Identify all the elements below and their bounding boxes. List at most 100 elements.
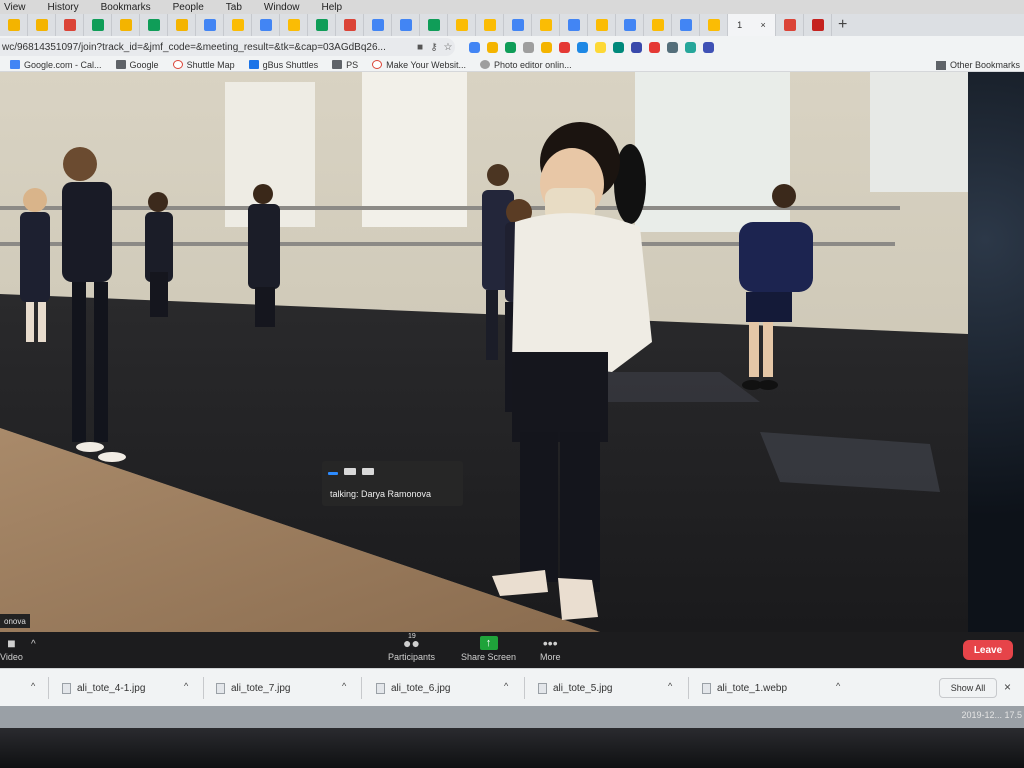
browser-tab[interactable] [112, 14, 140, 36]
extension-icon[interactable] [523, 41, 534, 53]
bookmark-make-website[interactable]: Make Your Websit... [372, 60, 466, 70]
browser-tab[interactable] [196, 14, 224, 36]
bookmark-gbus[interactable]: gBus Shuttles [248, 60, 318, 70]
show-all-button[interactable]: Show All [939, 678, 997, 698]
tab-favicon-icon [707, 19, 720, 31]
menu-window[interactable]: Window [264, 2, 300, 13]
browser-tab[interactable] [364, 14, 392, 36]
ballet-barre [0, 206, 900, 210]
new-tab-button[interactable]: + [838, 16, 847, 34]
browser-tab[interactable] [336, 14, 364, 36]
menu-view[interactable]: View [4, 2, 26, 13]
gbus-icon [248, 60, 259, 69]
camera-icon[interactable]: ■ [413, 42, 427, 53]
browser-tab[interactable] [588, 14, 616, 36]
browser-tab[interactable] [672, 14, 700, 36]
browser-tab[interactable] [616, 14, 644, 36]
tab-favicon-icon [679, 19, 692, 31]
browser-tab[interactable] [224, 14, 252, 36]
menu-people[interactable]: People [173, 2, 204, 13]
bookmark-ps[interactable]: PS [332, 60, 358, 70]
extension-icon[interactable] [595, 41, 606, 53]
mac-menu-bar: View History Bookmarks People Tab Window… [0, 0, 1024, 14]
browser-tab[interactable] [504, 14, 532, 36]
download-item[interactable]: ali_tote_4-1.jpg [62, 679, 145, 697]
browser-tab[interactable] [0, 14, 28, 36]
close-icon[interactable]: × [1004, 680, 1011, 694]
menu-bookmarks[interactable]: Bookmarks [101, 2, 151, 13]
other-bookmarks[interactable]: Other Bookmarks [935, 58, 1020, 72]
browser-tab[interactable] [644, 14, 672, 36]
tab-favicon-icon [203, 19, 216, 31]
more-button[interactable]: ••• More [540, 634, 561, 662]
chevron-up-icon[interactable]: ^ [342, 681, 346, 691]
extension-icon[interactable] [667, 41, 678, 53]
video-button[interactable]: ■ Video [0, 634, 23, 662]
chevron-up-icon[interactable]: ^ [184, 681, 188, 691]
extension-icon[interactable] [703, 41, 714, 53]
bookmark-google[interactable]: Google [115, 60, 159, 70]
tab-favicon-icon [539, 19, 552, 31]
browser-tab[interactable] [168, 14, 196, 36]
address-bar[interactable]: wc/96814351097/join?track_id=&jmf_code=&… [0, 38, 455, 56]
file-icon [62, 682, 71, 694]
active-tab[interactable]: 1 × [728, 14, 776, 36]
download-item[interactable]: ali_tote_5.jpg [538, 679, 613, 697]
browser-toolbar: wc/96814351097/join?track_id=&jmf_code=&… [0, 36, 1024, 58]
tab-close-icon[interactable]: × [761, 20, 766, 30]
active-tab-label: 1 [737, 20, 743, 30]
leave-button[interactable]: Leave [963, 640, 1013, 660]
browser-tab[interactable] [308, 14, 336, 36]
talking-label: talking: Darya Ramonova [330, 489, 432, 499]
chevron-up-icon[interactable]: ^ [668, 681, 672, 691]
key-icon[interactable]: ⚷ [427, 42, 441, 53]
menu-help[interactable]: Help [321, 2, 342, 13]
extension-icon[interactable] [505, 41, 516, 53]
browser-tab[interactable] [448, 14, 476, 36]
extension-icon[interactable] [631, 41, 642, 53]
browser-tab[interactable] [280, 14, 308, 36]
download-filename: ali_tote_1.webp [717, 682, 788, 694]
extension-icon[interactable] [559, 41, 570, 53]
download-item[interactable]: ali_tote_1.webp [702, 679, 787, 697]
browser-tab[interactable] [776, 14, 804, 36]
share-screen-button[interactable]: ↑ Share Screen [461, 634, 516, 662]
extension-icon[interactable] [613, 41, 624, 53]
menu-history[interactable]: History [48, 2, 79, 13]
chevron-up-icon[interactable]: ^ [31, 681, 35, 691]
tab-favicon-icon [7, 19, 20, 31]
extension-icon[interactable] [577, 41, 588, 53]
extension-icon[interactable] [487, 41, 498, 53]
extension-icon[interactable] [649, 41, 660, 53]
download-item[interactable]: ali_tote_6.jpg [376, 679, 451, 697]
extension-icon[interactable] [541, 41, 552, 53]
chevron-up-icon[interactable]: ^ [836, 681, 840, 691]
bookmark-shuttle-map[interactable]: Shuttle Map [172, 60, 235, 70]
download-item[interactable]: ali_tote_7.jpg [216, 679, 291, 697]
bookmark-photo-editor[interactable]: Photo editor onlin... [480, 60, 572, 70]
browser-tab[interactable] [532, 14, 560, 36]
browser-tab[interactable] [700, 14, 728, 36]
browser-tab[interactable] [476, 14, 504, 36]
participants-button[interactable]: ●● 19 Participants [388, 633, 435, 662]
video-label: Video [0, 652, 23, 662]
download-filename: ali_tote_7.jpg [231, 682, 291, 694]
bookmark-calendar[interactable]: Google.com - Cal... [10, 60, 102, 70]
browser-tab[interactable] [28, 14, 56, 36]
browser-tab[interactable] [84, 14, 112, 36]
url-text[interactable]: wc/96814351097/join?track_id=&jmf_code=&… [2, 42, 413, 53]
chevron-up-icon[interactable]: ^ [31, 639, 36, 650]
browser-tab[interactable] [804, 14, 832, 36]
browser-tab[interactable] [420, 14, 448, 36]
chevron-up-icon[interactable]: ^ [504, 681, 508, 691]
browser-tab[interactable] [56, 14, 84, 36]
extension-icon[interactable] [685, 41, 696, 53]
browser-tab[interactable] [252, 14, 280, 36]
browser-tab[interactable] [140, 14, 168, 36]
menu-tab[interactable]: Tab [226, 2, 242, 13]
browser-tab[interactable] [560, 14, 588, 36]
browser-tab[interactable] [392, 14, 420, 36]
extension-icon[interactable] [469, 41, 480, 53]
star-icon[interactable]: ☆ [441, 42, 455, 53]
globe-icon [480, 60, 491, 69]
